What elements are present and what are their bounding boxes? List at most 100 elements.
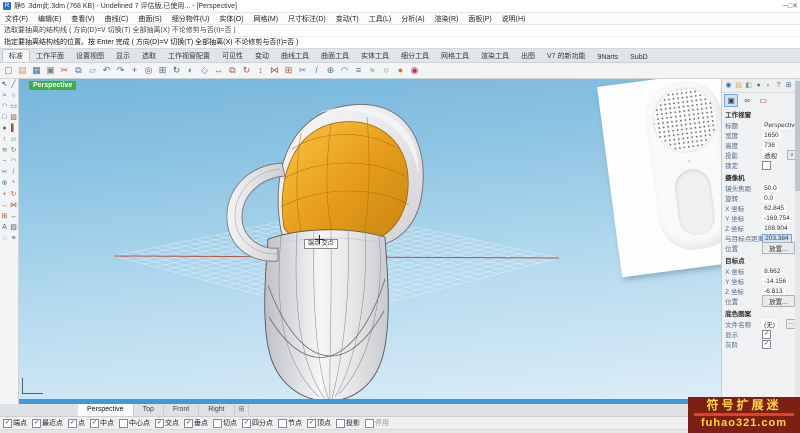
target-y-value[interactable]: -14.156: [762, 277, 789, 285]
environment-tab-icon[interactable]: ⊞: [784, 81, 793, 90]
osnap-end[interactable]: ✓ 端点: [3, 418, 27, 428]
toolbar-tab-solid-tools[interactable]: 实体工具: [355, 50, 395, 62]
polyline-tool-icon[interactable]: ╱: [9, 79, 18, 90]
trim-tool-icon[interactable]: ✂: [0, 167, 9, 178]
viewport-perspective[interactable]: Perspective 端点 交点: [19, 79, 722, 404]
extrude-tool-icon[interactable]: ↑: [0, 134, 9, 145]
menu-item-14[interactable]: 说明(H): [497, 14, 531, 24]
join-tool-icon[interactable]: ⊕: [0, 178, 9, 189]
clipping-plane-icon[interactable]: ▭: [756, 94, 770, 107]
fillet-surface-tool-icon[interactable]: ◠: [9, 156, 18, 167]
hide-tool-icon[interactable]: ◌: [0, 233, 9, 244]
box-tool-icon[interactable]: ▧: [9, 112, 18, 123]
toolbar-tab-ninarts[interactable]: 9Narts: [592, 53, 625, 62]
toolbar-tab-drafting[interactable]: 出图: [515, 50, 541, 62]
circle-tool-icon[interactable]: ○: [9, 90, 18, 101]
toolbar-tab-transform[interactable]: 变动: [249, 50, 275, 62]
viewport-title-label[interactable]: Perspective: [29, 81, 77, 90]
command-prompt-line[interactable]: 指定要抽离结构线的位置。按 Enter 完成 ( 方向(D)=V 切换(T) 全…: [0, 37, 800, 49]
save-file-icon[interactable]: ▦: [30, 64, 43, 77]
viewport-height-value[interactable]: 736: [762, 141, 777, 149]
revolve-tool-icon[interactable]: ↻: [9, 145, 18, 156]
trim-icon[interactable]: ✂: [296, 64, 309, 77]
osnap-near[interactable]: ✓ 最近点: [32, 418, 63, 428]
wallpaper-file-value[interactable]: (无): [762, 319, 777, 329]
scrollbar-thumb[interactable]: [795, 81, 800, 191]
text-tool-icon[interactable]: A: [0, 222, 9, 233]
sphere-icon[interactable]: ●: [394, 64, 407, 77]
shaded-mode-icon[interactable]: ◐: [184, 64, 197, 77]
osnap-mid[interactable]: ✓ 中点: [90, 418, 114, 428]
viewport-width-value[interactable]: 1650: [762, 131, 781, 139]
mirror-icon[interactable]: ⋈: [268, 64, 281, 77]
scale-icon[interactable]: ↕: [254, 64, 267, 77]
viewport-tab-perspective[interactable]: Perspective: [78, 404, 134, 416]
viewport-tab-right[interactable]: Right: [199, 404, 235, 416]
menu-item-12[interactable]: 渲染(R): [430, 14, 464, 24]
toolbar-tab-subd[interactable]: SubD: [624, 53, 654, 62]
cut-icon[interactable]: ✂: [58, 64, 71, 77]
target-z-value[interactable]: -6.813: [762, 287, 785, 295]
osnap-project[interactable]: 投影: [336, 418, 360, 428]
split-icon[interactable]: /: [310, 64, 323, 77]
osnap-disable-checkbox[interactable]: [365, 418, 374, 428]
viewport-tab-top[interactable]: Top: [134, 404, 164, 416]
new-viewport-tab-icon[interactable]: ⊞: [235, 404, 250, 416]
osnap-perpendicular-checkbox[interactable]: ✓: [184, 418, 193, 428]
split-tool-icon[interactable]: /: [9, 167, 18, 178]
osnap-project-checkbox[interactable]: [336, 418, 345, 428]
array-icon[interactable]: ⊞: [282, 64, 295, 77]
toolbar-tab-surface-tools[interactable]: 曲面工具: [315, 50, 355, 62]
menu-item-8[interactable]: 尺寸标注(D): [283, 14, 331, 24]
menu-item-7[interactable]: 网格(M): [249, 14, 284, 24]
menu-item-13[interactable]: 面板(P): [463, 14, 496, 24]
toolbar-tab-select[interactable]: 选取: [136, 50, 162, 62]
undo-icon[interactable]: ↶: [100, 64, 113, 77]
rectangle-tool-icon[interactable]: ▭: [9, 101, 18, 112]
select-tool-icon[interactable]: ↖: [0, 79, 9, 90]
camera-link-icon[interactable]: ∞: [740, 94, 754, 107]
menu-item-10[interactable]: 工具(L): [364, 14, 397, 24]
toolbar-tab-cplanes[interactable]: 工作平面: [30, 50, 70, 62]
locked-checkbox[interactable]: [762, 160, 772, 170]
menu-item-11[interactable]: 分析(A): [396, 14, 429, 24]
viewport-properties-icon[interactable]: ▣: [724, 93, 739, 107]
wallpaper-grayscale-checkbox[interactable]: ✓: [762, 339, 772, 349]
osnap-quadrant-checkbox[interactable]: ✓: [242, 418, 251, 428]
circle-icon[interactable]: ○: [380, 64, 393, 77]
sphere-tool-icon[interactable]: ●: [0, 123, 9, 134]
menu-item-9[interactable]: 变动(T): [331, 14, 364, 24]
toolbar-tab-visibility[interactable]: 可见性: [216, 50, 249, 62]
osnap-near-checkbox[interactable]: ✓: [32, 418, 41, 428]
model-lint-remover[interactable]: [19, 79, 721, 404]
osnap-vertex-checkbox[interactable]: ✓: [307, 418, 316, 428]
toolbar-tab-curve-tools[interactable]: 曲线工具: [275, 50, 315, 62]
copy-icon[interactable]: ⧉: [72, 64, 85, 77]
object-properties-tool-icon[interactable]: ≡: [9, 233, 18, 244]
camera-x-value[interactable]: 62.845: [762, 204, 786, 212]
toolbar-tab-mesh-tools[interactable]: 网格工具: [435, 50, 475, 62]
scale-tool-icon[interactable]: ↔: [0, 200, 9, 211]
osnap-center-checkbox[interactable]: [119, 418, 128, 428]
osnap-end-checkbox[interactable]: ✓: [3, 418, 12, 428]
osnap-knot[interactable]: 节点: [278, 418, 302, 428]
menu-item-1[interactable]: 编辑(E): [33, 14, 66, 24]
menu-item-3[interactable]: 曲线(C): [100, 14, 134, 24]
osnap-quadrant[interactable]: ✓ 四分点: [242, 418, 273, 428]
join-icon[interactable]: ⊕: [324, 64, 337, 77]
layers-tab-icon[interactable]: ▤: [734, 81, 743, 90]
help-tab-icon[interactable]: ?: [774, 81, 783, 90]
menu-item-2[interactable]: 查看(V): [66, 14, 99, 24]
copy-object-icon[interactable]: ⧉: [226, 64, 239, 77]
offset-icon[interactable]: ≡: [352, 64, 365, 77]
toolbar-tab-viewport-layout[interactable]: 工作视窗配置: [162, 50, 216, 62]
curve-icon[interactable]: ≈: [366, 64, 379, 77]
target-x-value[interactable]: 8.662: [762, 267, 783, 275]
hatch-tool-icon[interactable]: ▨: [9, 222, 18, 233]
osnap-mid-checkbox[interactable]: ✓: [90, 418, 99, 428]
menu-item-0[interactable]: 文件(F): [0, 14, 33, 24]
camera-rotation-value[interactable]: 0.0: [762, 194, 776, 202]
zoom-icon[interactable]: ◎: [142, 64, 155, 77]
surface-tool-icon[interactable]: ▱: [9, 134, 18, 145]
toolbar-tab-subd-tools[interactable]: 细分工具: [395, 50, 435, 62]
